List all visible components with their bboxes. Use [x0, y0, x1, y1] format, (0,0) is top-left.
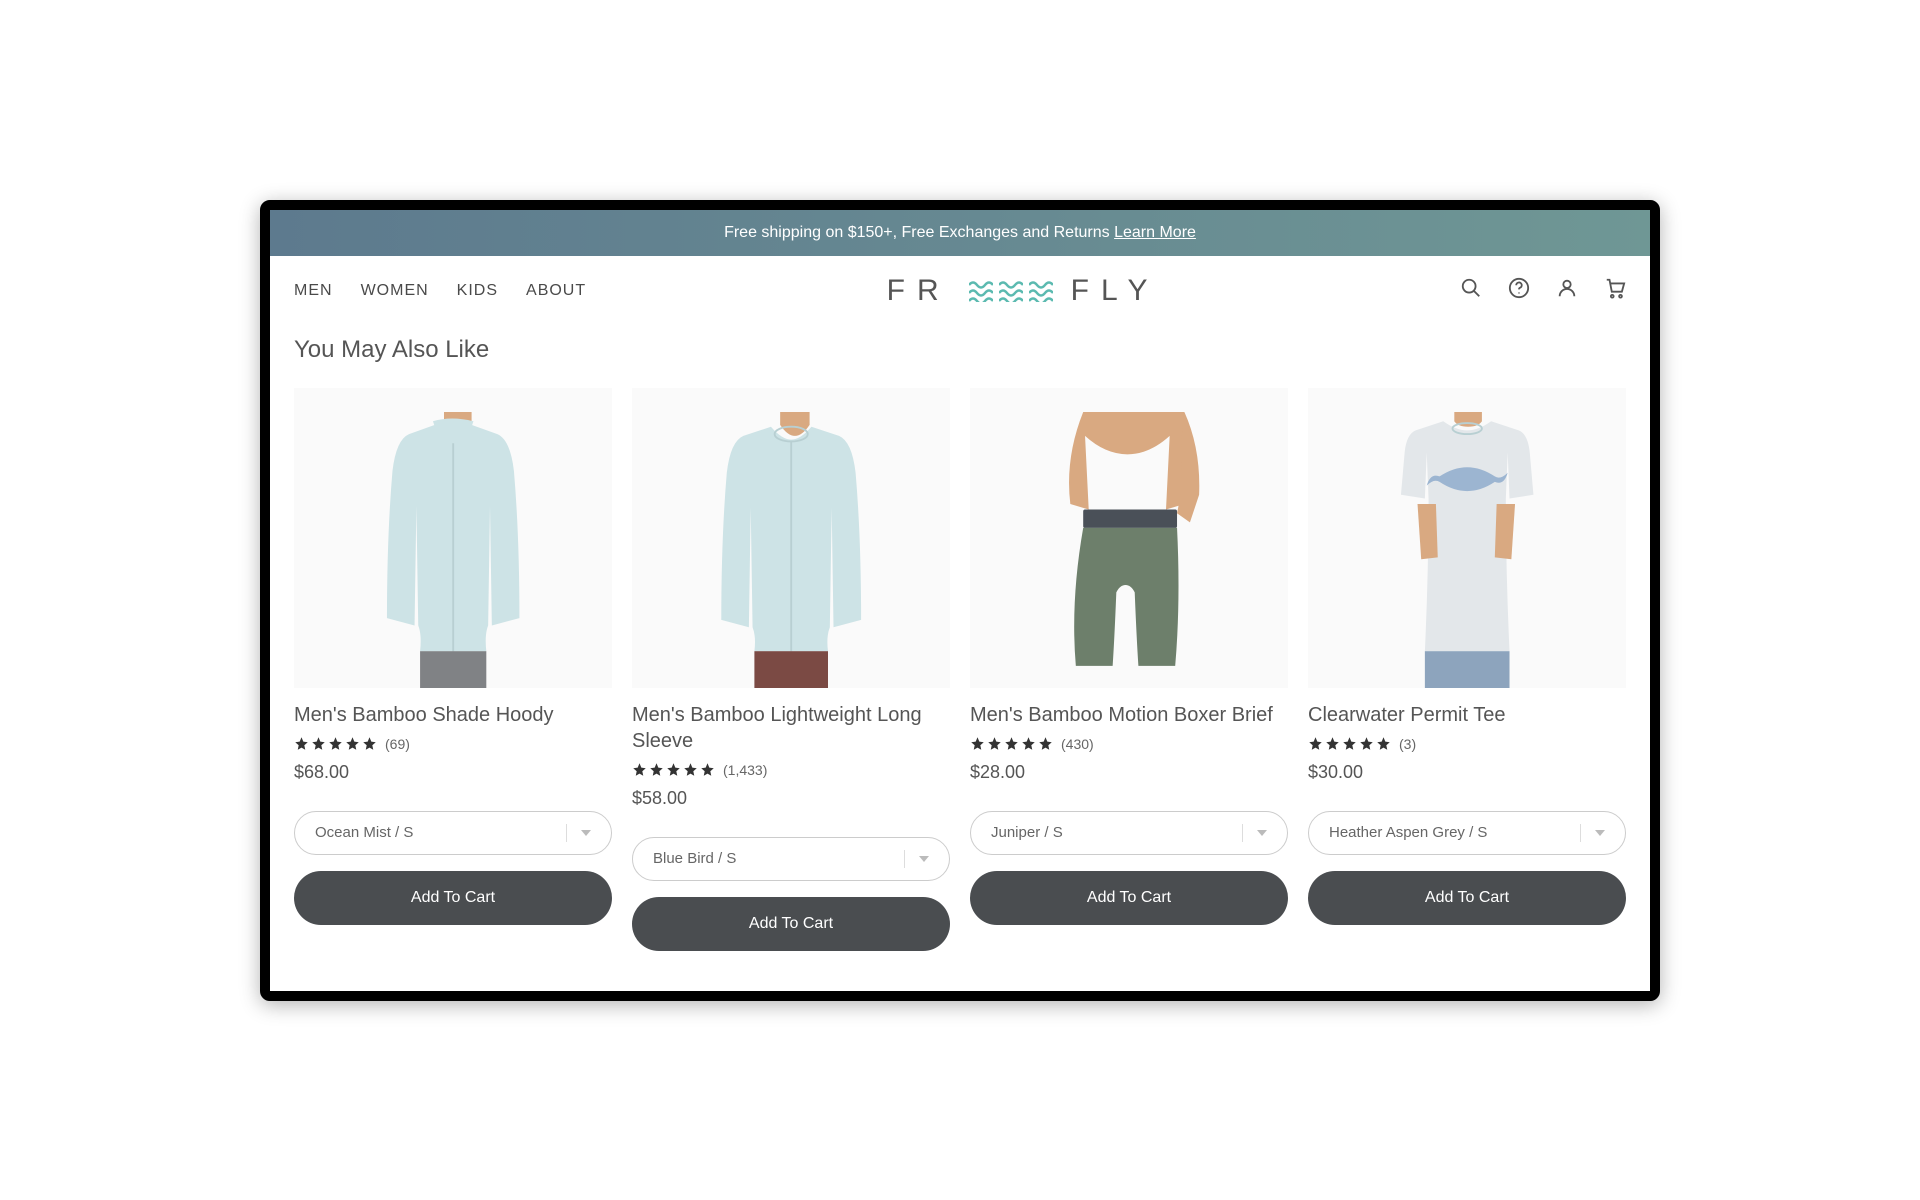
product-grid: Men's Bamboo Shade Hoody (69) $68.00 Oce… — [270, 388, 1650, 991]
product-title: Clearwater Permit Tee — [1308, 702, 1626, 728]
logo-left: FR — [887, 274, 951, 308]
search-icon[interactable] — [1460, 277, 1482, 304]
nav-men[interactable]: MEN — [294, 282, 333, 300]
add-to-cart-button[interactable]: Add To Cart — [970, 871, 1288, 925]
product-image[interactable] — [632, 388, 950, 688]
product-price: $28.00 — [970, 762, 1288, 783]
variant-select[interactable]: Ocean Mist / S — [294, 811, 612, 855]
header: MEN WOMEN KIDS ABOUT FR FLY — [270, 256, 1650, 326]
cart-icon[interactable] — [1604, 277, 1626, 304]
review-count: (1,433) — [723, 762, 767, 778]
add-to-cart-button[interactable]: Add To Cart — [1308, 871, 1626, 925]
wave-icon — [969, 280, 993, 302]
section-title: You May Also Like — [270, 326, 1650, 388]
variant-value: Juniper / S — [991, 824, 1063, 841]
product-price: $68.00 — [294, 762, 612, 783]
product-card: Men's Bamboo Lightweight Long Sleeve (1,… — [632, 388, 950, 951]
help-icon[interactable] — [1508, 277, 1530, 304]
promo-learn-more-link[interactable]: Learn More — [1114, 224, 1196, 241]
product-title: Men's Bamboo Shade Hoody — [294, 702, 612, 728]
stars-icon — [1308, 736, 1391, 751]
variant-value: Ocean Mist / S — [315, 824, 413, 841]
stars-icon — [632, 762, 715, 777]
product-card: Men's Bamboo Shade Hoody (69) $68.00 Oce… — [294, 388, 612, 951]
promo-text: Free shipping on $150+, Free Exchanges a… — [724, 224, 1114, 241]
chevron-down-icon — [566, 824, 591, 842]
review-count: (3) — [1399, 736, 1416, 752]
stars-icon — [294, 736, 377, 751]
product-card: Clearwater Permit Tee (3) $30.00 Heather… — [1308, 388, 1626, 951]
rating: (430) — [970, 736, 1288, 752]
variant-select[interactable]: Heather Aspen Grey / S — [1308, 811, 1626, 855]
variant-select[interactable]: Juniper / S — [970, 811, 1288, 855]
brand-logo[interactable]: FR FLY — [887, 274, 1160, 308]
product-price: $58.00 — [632, 788, 950, 809]
account-icon[interactable] — [1556, 277, 1578, 304]
promo-bar: Free shipping on $150+, Free Exchanges a… — [270, 210, 1650, 256]
rating: (1,433) — [632, 762, 950, 778]
product-image[interactable] — [1308, 388, 1626, 688]
nav-about[interactable]: ABOUT — [526, 282, 586, 300]
product-image[interactable] — [970, 388, 1288, 688]
device-frame: Free shipping on $150+, Free Exchanges a… — [260, 200, 1660, 1001]
add-to-cart-button[interactable]: Add To Cart — [294, 871, 612, 925]
logo-wave-group — [969, 280, 1053, 302]
wave-icon — [999, 280, 1023, 302]
nav-kids[interactable]: KIDS — [457, 282, 498, 300]
nav-women[interactable]: WOMEN — [361, 282, 429, 300]
review-count: (430) — [1061, 736, 1094, 752]
chevron-down-icon — [1580, 824, 1605, 842]
product-card: Men's Bamboo Motion Boxer Brief (430) $2… — [970, 388, 1288, 951]
stars-icon — [970, 736, 1053, 751]
variant-select[interactable]: Blue Bird / S — [632, 837, 950, 881]
logo-right: FLY — [1071, 274, 1160, 308]
product-title: Men's Bamboo Lightweight Long Sleeve — [632, 702, 950, 754]
review-count: (69) — [385, 736, 410, 752]
variant-value: Blue Bird / S — [653, 850, 736, 867]
chevron-down-icon — [1242, 824, 1267, 842]
add-to-cart-button[interactable]: Add To Cart — [632, 897, 950, 951]
variant-value: Heather Aspen Grey / S — [1329, 824, 1487, 841]
nav-utility — [1460, 277, 1626, 304]
chevron-down-icon — [904, 850, 929, 868]
product-title: Men's Bamboo Motion Boxer Brief — [970, 702, 1288, 728]
product-price: $30.00 — [1308, 762, 1626, 783]
product-image[interactable] — [294, 388, 612, 688]
wave-icon — [1029, 280, 1053, 302]
nav-primary: MEN WOMEN KIDS ABOUT — [294, 282, 586, 300]
rating: (69) — [294, 736, 612, 752]
rating: (3) — [1308, 736, 1626, 752]
